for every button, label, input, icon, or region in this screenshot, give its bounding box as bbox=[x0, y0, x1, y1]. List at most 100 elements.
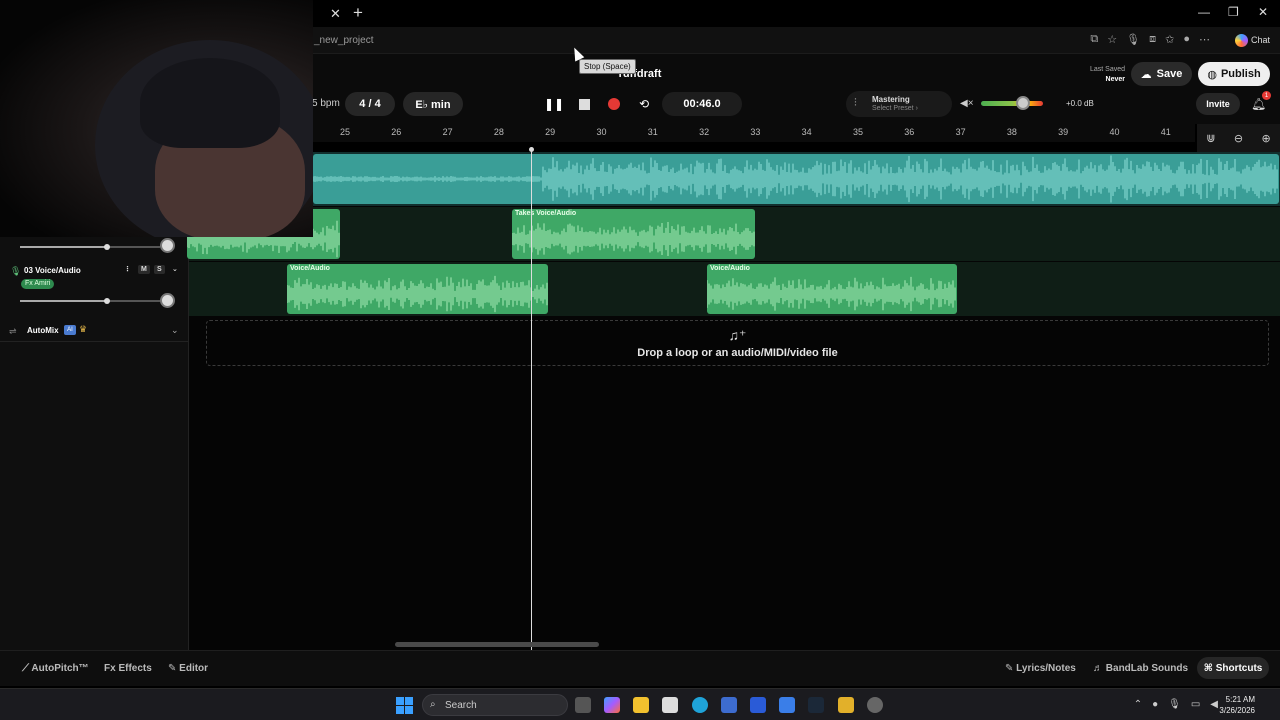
invite-button[interactable]: Invite bbox=[1196, 93, 1240, 115]
ruler-tick: 35 bbox=[852, 127, 863, 137]
close-window-button[interactable]: ✕ bbox=[1258, 5, 1268, 19]
ruler-tick: 41 bbox=[1160, 127, 1171, 137]
globe-icon: ◍ bbox=[1207, 68, 1217, 81]
clip-waveform bbox=[313, 155, 1278, 203]
clip-label: Voice/Audio bbox=[710, 265, 750, 272]
zoom-in-icon[interactable]: ⊕ bbox=[1262, 132, 1271, 145]
bandlab-sounds-button[interactable]: ♬ BandLab Sounds bbox=[1093, 663, 1188, 674]
ruler-tick: 28 bbox=[493, 127, 504, 137]
audio-clip-takes[interactable]: Takes Voice/Audio bbox=[512, 209, 755, 259]
copilot-app-icon[interactable] bbox=[604, 697, 620, 713]
tray-app-icon[interactable]: ● bbox=[1152, 699, 1158, 710]
master-volume-slider[interactable] bbox=[981, 101, 1043, 106]
track-3-pan-knob[interactable] bbox=[160, 293, 175, 308]
loop-button[interactable]: ⟲ bbox=[635, 95, 653, 113]
restore-button[interactable]: ❐ bbox=[1228, 5, 1239, 19]
master-volume-knob[interactable] bbox=[1015, 96, 1030, 110]
tempo-display[interactable]: 5 bpm bbox=[312, 98, 340, 109]
new-tab-icon[interactable]: + bbox=[353, 3, 363, 23]
chevron-down-icon[interactable]: ⌄ bbox=[171, 325, 179, 336]
audio-clip[interactable]: Voice/Audio bbox=[707, 264, 957, 314]
pause-icon: ❚❚ bbox=[543, 97, 565, 111]
track-lane-1[interactable] bbox=[189, 152, 1280, 206]
pause-button[interactable]: ❚❚ bbox=[543, 95, 565, 113]
display-icon[interactable]: ▭ bbox=[1191, 699, 1200, 710]
task-view-icon[interactable] bbox=[575, 697, 591, 713]
automix-row[interactable]: ⇌ AutoMix AI ♛ ⌄ bbox=[0, 320, 189, 342]
track-3-name[interactable]: 03 Voice/Audio bbox=[24, 266, 81, 275]
app-icon[interactable] bbox=[867, 697, 883, 713]
track-lane-3[interactable]: Voice/Audio Voice/Audio bbox=[189, 262, 1280, 316]
sounds-icon: ♬ bbox=[1093, 663, 1106, 674]
audio-clip[interactable]: Voice/Audio bbox=[287, 264, 548, 314]
app-icon[interactable] bbox=[838, 697, 854, 713]
playhead[interactable] bbox=[531, 150, 532, 650]
steam-icon[interactable] bbox=[808, 697, 824, 713]
chevron-up-icon[interactable]: ⌃ bbox=[1134, 699, 1142, 710]
mastering-button[interactable]: ⫶ Mastering Select Preset › bbox=[846, 91, 952, 117]
mic-tray-icon[interactable]: 🎙︎ bbox=[1168, 699, 1181, 710]
edge-browser-icon[interactable] bbox=[692, 697, 708, 713]
lyrics-notes-button[interactable]: ✎ Lyrics/Notes bbox=[1005, 663, 1076, 674]
profile-icon[interactable]: ● bbox=[1183, 33, 1190, 46]
playhead-handle[interactable] bbox=[529, 147, 534, 152]
track-2-volume-knob[interactable] bbox=[104, 244, 110, 250]
windows-start-icon[interactable] bbox=[396, 697, 413, 714]
drop-zone[interactable]: ♫⁺ Drop a loop or an audio/MIDI/video fi… bbox=[206, 320, 1269, 366]
track-3-fx-chip[interactable]: Fx Amiri bbox=[21, 279, 55, 289]
clip-label: Voice/Audio bbox=[290, 265, 330, 272]
clip-waveform bbox=[512, 221, 755, 257]
track-2-pan-knob[interactable] bbox=[160, 238, 175, 253]
time-signature-button[interactable]: 4 / 4 bbox=[345, 92, 395, 116]
speaker-mute-icon[interactable]: ◀︎× bbox=[960, 98, 974, 109]
timeline-area[interactable]: Takes Voice/Audio Voice/Audio Voice/Audi… bbox=[187, 152, 1280, 650]
record-icon bbox=[608, 98, 620, 110]
copilot-chat-button[interactable]: Chat bbox=[1234, 34, 1270, 47]
track-3-more-icon[interactable]: ⋮ bbox=[124, 265, 131, 273]
clock-time: 5:21 AM bbox=[1225, 695, 1255, 704]
zoom-out-icon[interactable]: ⊖ bbox=[1234, 132, 1243, 145]
app-icon[interactable] bbox=[779, 697, 795, 713]
save-button[interactable]: ☁ Save bbox=[1131, 62, 1192, 86]
system-tray: ⌃ ● 🎙︎ ▭ ◀︎ bbox=[1134, 699, 1218, 710]
url-text[interactable]: _new_project bbox=[314, 35, 373, 46]
minimize-button[interactable]: — bbox=[1198, 5, 1210, 19]
key-button[interactable]: E♭ min bbox=[403, 92, 463, 116]
app-available-icon[interactable]: ⧉ bbox=[1090, 33, 1098, 46]
volume-tray-icon[interactable]: ◀︎ bbox=[1210, 699, 1218, 710]
track-3-expand-chevron-icon[interactable]: ⌄ bbox=[172, 265, 178, 273]
publish-button[interactable]: ◍ Publish bbox=[1198, 62, 1270, 86]
track-lane-2[interactable]: Takes Voice/Audio bbox=[187, 207, 1280, 261]
record-button[interactable] bbox=[605, 95, 623, 113]
favorites-icon[interactable]: ✩ bbox=[1165, 33, 1174, 46]
horizontal-scrollbar[interactable] bbox=[395, 642, 599, 647]
audio-clip-beat[interactable] bbox=[313, 154, 1279, 204]
timeline-ruler[interactable]: 25 26 27 28 29 30 31 32 33 34 35 36 37 38 39 40 41 bbox=[313, 124, 1195, 142]
effects-label: Effects bbox=[118, 663, 152, 674]
editor-button[interactable]: ✎ Editor bbox=[168, 663, 208, 674]
command-icon: ⌘ bbox=[1203, 662, 1216, 674]
more-menu-icon[interactable]: ⋯ bbox=[1199, 33, 1210, 46]
extensions-icon[interactable]: ⧈ bbox=[1149, 33, 1156, 46]
copilot-icon bbox=[1234, 34, 1248, 47]
store-icon[interactable] bbox=[721, 697, 737, 713]
fx-icon: Fx bbox=[104, 663, 119, 674]
mic-icon[interactable]: 🎙︎ bbox=[1126, 33, 1140, 46]
ai-badge: AI bbox=[64, 325, 76, 335]
favorite-star-icon[interactable]: ☆ bbox=[1107, 33, 1117, 46]
track-3-volume-knob[interactable] bbox=[104, 298, 110, 304]
taskbar-clock[interactable]: 5:21 AM 3/26/2026 bbox=[1219, 694, 1255, 716]
stop-button[interactable] bbox=[575, 95, 593, 113]
file-explorer-icon[interactable] bbox=[633, 697, 649, 713]
effects-button[interactable]: Fx Effects bbox=[104, 663, 152, 674]
app-icon[interactable] bbox=[662, 697, 678, 713]
editor-label: Editor bbox=[179, 663, 209, 674]
app-icon[interactable] bbox=[750, 697, 766, 713]
tab-close-icon[interactable]: ✕ bbox=[330, 6, 341, 22]
track-3-mute-button[interactable]: M bbox=[138, 265, 150, 274]
track-3-solo-button[interactable]: S bbox=[154, 265, 165, 274]
autopitch-button[interactable]: ⟋ AutoPitch™ bbox=[22, 663, 89, 674]
taskbar-search[interactable]: ⌕ Search bbox=[422, 694, 568, 716]
shortcuts-button[interactable]: ⌘ Shortcuts bbox=[1197, 657, 1269, 679]
magnet-snap-icon[interactable]: ⋓ bbox=[1206, 132, 1215, 145]
